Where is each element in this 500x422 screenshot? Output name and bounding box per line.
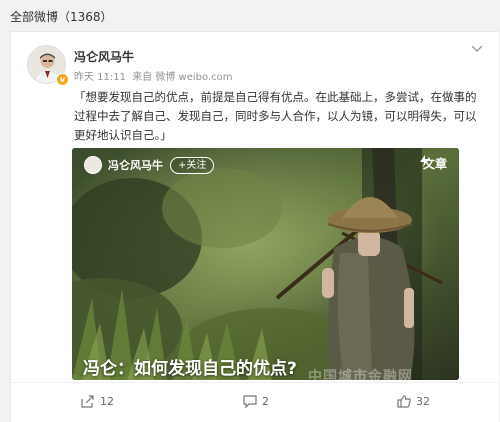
author-name[interactable]: 冯仑风马牛 xyxy=(74,48,134,65)
follow-button[interactable]: +关注 xyxy=(170,156,215,174)
feed-header: 全部微博（1368） xyxy=(0,0,500,30)
post-time[interactable]: 昨天 11:11 xyxy=(74,72,126,83)
article-author: 冯仑风马牛 +关注 xyxy=(84,156,215,174)
comment-button[interactable]: 2 xyxy=(243,395,269,408)
article-author-name[interactable]: 冯仑风马牛 xyxy=(108,157,163,173)
weibo-post-card: v 冯仑风马牛 昨天 11:11 来自 微博 weibo.com 「想要发现自己… xyxy=(10,31,500,422)
article-card[interactable]: 冯仑风马牛 +关注 文章 中国城市金融网 冯仑：如何发现自己的优点? xyxy=(72,148,459,380)
chevron-down-icon[interactable] xyxy=(471,41,483,57)
feed-title: 全部微博（1368） xyxy=(10,10,113,24)
post-meta: 昨天 11:11 来自 微博 weibo.com xyxy=(74,68,235,83)
article-title[interactable]: 冯仑：如何发现自己的优点? xyxy=(83,354,297,379)
like-button[interactable]: 32 xyxy=(397,395,430,408)
like-count: 32 xyxy=(416,395,430,408)
article-author-avatar[interactable] xyxy=(84,156,102,174)
post-source: 来自 微博 weibo.com xyxy=(132,72,233,83)
post-actions: 12 2 32 xyxy=(11,382,500,422)
comment-icon xyxy=(243,395,257,408)
share-count: 12 xyxy=(100,395,114,408)
post-text: 「想要发现自己的优点，前提是自己得有优点。在此基础上，多尝试，在做事的过程中去了… xyxy=(74,90,477,142)
share-button[interactable]: 12 xyxy=(81,395,114,408)
watermark: 中国城市金融网 xyxy=(308,369,413,380)
share-icon xyxy=(81,395,94,408)
comment-count: 2 xyxy=(262,395,269,408)
article-cover-image xyxy=(72,148,459,380)
verified-badge-icon: v xyxy=(56,73,69,86)
thumb-up-icon xyxy=(397,395,411,408)
article-tag: 文章 xyxy=(419,155,447,172)
